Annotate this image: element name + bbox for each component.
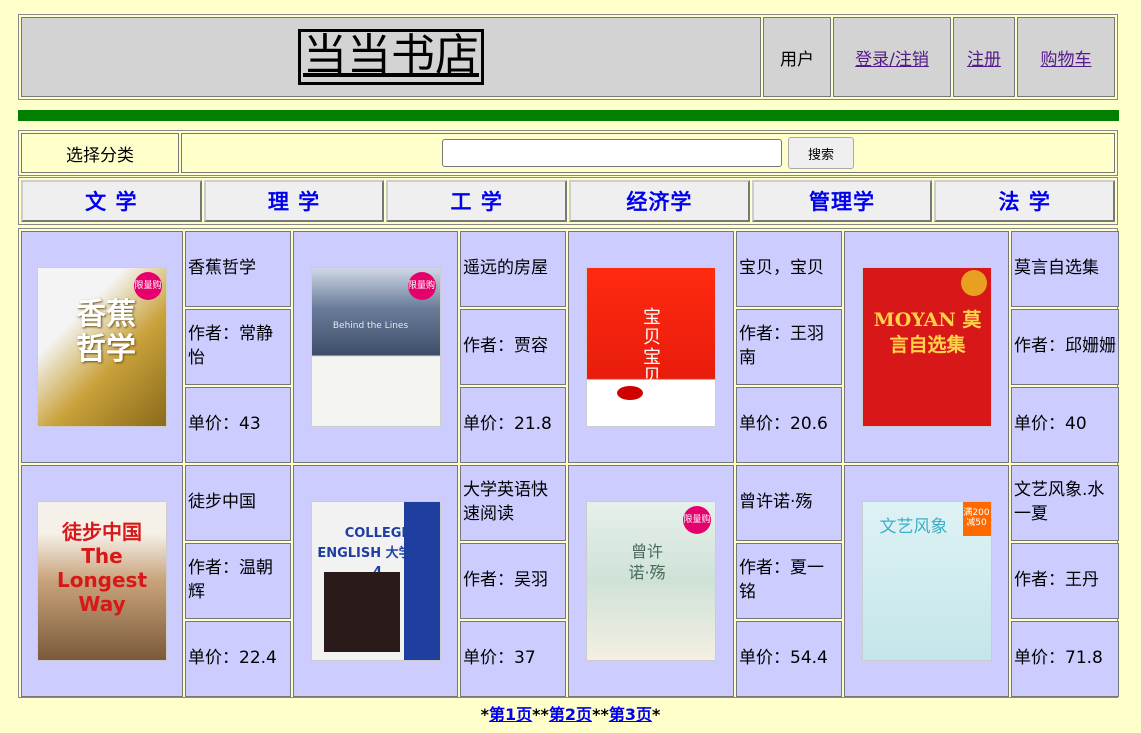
pagination: *第1页**第2页**第3页*: [0, 701, 1141, 725]
store-logo[interactable]: 当当书店: [298, 29, 484, 85]
limited-badge: 限量购: [407, 272, 436, 300]
cart-cell: 购物车: [1017, 17, 1115, 97]
ribbon-bow-icon: [617, 386, 643, 400]
login-cell: 登录/注销: [833, 17, 951, 97]
book-author: 作者：王丹: [1011, 543, 1119, 619]
book-author: 作者：常静怡: [185, 309, 291, 385]
cover-text: 文艺风象: [879, 517, 948, 537]
search-cell: 搜索: [181, 133, 1115, 173]
book-author: 作者：吴羽: [460, 543, 566, 619]
search-input[interactable]: [442, 139, 782, 167]
book-title[interactable]: 香蕉哲学: [185, 231, 291, 307]
book-author: 作者：邱姗姗: [1011, 309, 1119, 385]
book-cover-cell[interactable]: 曾许诺·殇 限量购: [568, 465, 734, 697]
book-title[interactable]: 曾许诺·殇: [736, 465, 842, 541]
page-3-link[interactable]: 第3页: [609, 705, 652, 724]
category-management[interactable]: 管理学: [751, 180, 933, 222]
logo-cell: 当当书店: [21, 17, 761, 97]
category-row: 文 学 理 学 工 学 经济学 管理学 法 学: [18, 177, 1118, 225]
book-price: 单价：54.4: [736, 621, 842, 697]
book-cover[interactable]: MOYAN 莫言自选集: [861, 267, 992, 427]
category-literature[interactable]: 文 学: [21, 180, 202, 222]
book-cover[interactable]: Behind the Lines 限量购: [310, 267, 441, 427]
book-cover[interactable]: 曾许诺·殇 限量购: [586, 501, 716, 661]
search-row: 选择分类 搜索: [18, 130, 1118, 176]
book-author: 作者：温朝辉: [185, 543, 291, 619]
book-cover-cell[interactable]: 徒步中国 The Longest Way: [21, 465, 183, 697]
cover-text: 香蕉哲学: [76, 297, 136, 367]
book-title[interactable]: 莫言自选集: [1011, 231, 1119, 307]
limited-badge: 限量购: [683, 506, 711, 534]
cover-photo: [323, 572, 400, 652]
header: 当当书店 用户 登录/注销 注册 购物车: [18, 14, 1118, 100]
cover-text: Behind the Lines: [332, 321, 409, 331]
cover-text: MOYAN 莫言自选集: [873, 309, 982, 356]
book-title[interactable]: 大学英语快速阅读: [460, 465, 566, 541]
book-price: 单价：21.8: [460, 387, 566, 463]
book-cover[interactable]: 宝贝宝贝: [586, 267, 716, 427]
login-logout-link[interactable]: 登录/注销: [855, 45, 929, 70]
pager-sep: *: [540, 705, 549, 724]
book-price: 单价：37: [460, 621, 566, 697]
register-cell: 注册: [953, 17, 1015, 97]
seal-icon: [960, 270, 987, 296]
page-2-link[interactable]: 第2页: [549, 705, 592, 724]
book-author: 作者：贾容: [460, 309, 566, 385]
limited-badge: 限量购: [134, 272, 162, 300]
pager-sep: *: [532, 705, 541, 724]
user-label: 用户: [763, 17, 831, 97]
book-cover-cell[interactable]: 香蕉哲学 限量购: [21, 231, 183, 463]
product-grid: 香蕉哲学 限量购 香蕉哲学 作者：常静怡 单价：43 Behind the Li…: [18, 228, 1119, 698]
pager-sep: *: [480, 705, 490, 724]
category-select-label[interactable]: 选择分类: [21, 133, 179, 173]
green-divider: [18, 110, 1119, 121]
book-title[interactable]: 遥远的房屋: [460, 231, 566, 307]
book-price: 单价：71.8: [1011, 621, 1119, 697]
book-author: 作者：王羽南: [736, 309, 842, 385]
pager-sep: *: [651, 705, 661, 724]
category-engineering[interactable]: 工 学: [386, 180, 568, 222]
book-title[interactable]: 文艺风象.水一夏: [1011, 465, 1119, 541]
book-price: 单价：43: [185, 387, 291, 463]
category-economics[interactable]: 经济学: [569, 180, 750, 222]
book-title[interactable]: 宝贝，宝贝: [736, 231, 842, 307]
discount-badge: 满200减50: [962, 502, 991, 536]
book-cover-cell[interactable]: 宝贝宝贝: [568, 231, 734, 463]
book-cover[interactable]: 文艺风象 满200减50: [861, 501, 992, 661]
book-cover[interactable]: COLLEGE ENGLISH 大学英语 4: [310, 501, 441, 661]
register-link[interactable]: 注册: [967, 45, 1001, 70]
book-cover[interactable]: 徒步中国 The Longest Way: [37, 501, 167, 661]
book-author: 作者：夏一铭: [736, 543, 842, 619]
book-title[interactable]: 徒步中国: [185, 465, 291, 541]
category-science[interactable]: 理 学: [203, 180, 385, 222]
book-cover-cell[interactable]: Behind the Lines 限量购: [293, 231, 458, 463]
pager-sep: *: [600, 705, 609, 724]
category-law[interactable]: 法 学: [934, 180, 1116, 222]
cover-text: 徒步中国 The Longest Way: [56, 520, 148, 616]
book-price: 单价：22.4: [185, 621, 291, 697]
book-cover-cell[interactable]: MOYAN 莫言自选集: [844, 231, 1009, 463]
cart-link[interactable]: 购物车: [1041, 45, 1092, 70]
search-button[interactable]: 搜索: [788, 137, 854, 169]
book-cover-cell[interactable]: COLLEGE ENGLISH 大学英语 4: [293, 465, 458, 697]
book-price: 单价：20.6: [736, 387, 842, 463]
cover-text: 宝贝宝贝: [643, 307, 661, 388]
book-cover[interactable]: 香蕉哲学 限量购: [37, 267, 167, 427]
book-price: 单价：40: [1011, 387, 1119, 463]
cover-text: 曾许诺·殇: [628, 542, 666, 582]
page-1-link[interactable]: 第1页: [489, 705, 532, 724]
book-cover-cell[interactable]: 文艺风象 满200减50: [844, 465, 1009, 697]
